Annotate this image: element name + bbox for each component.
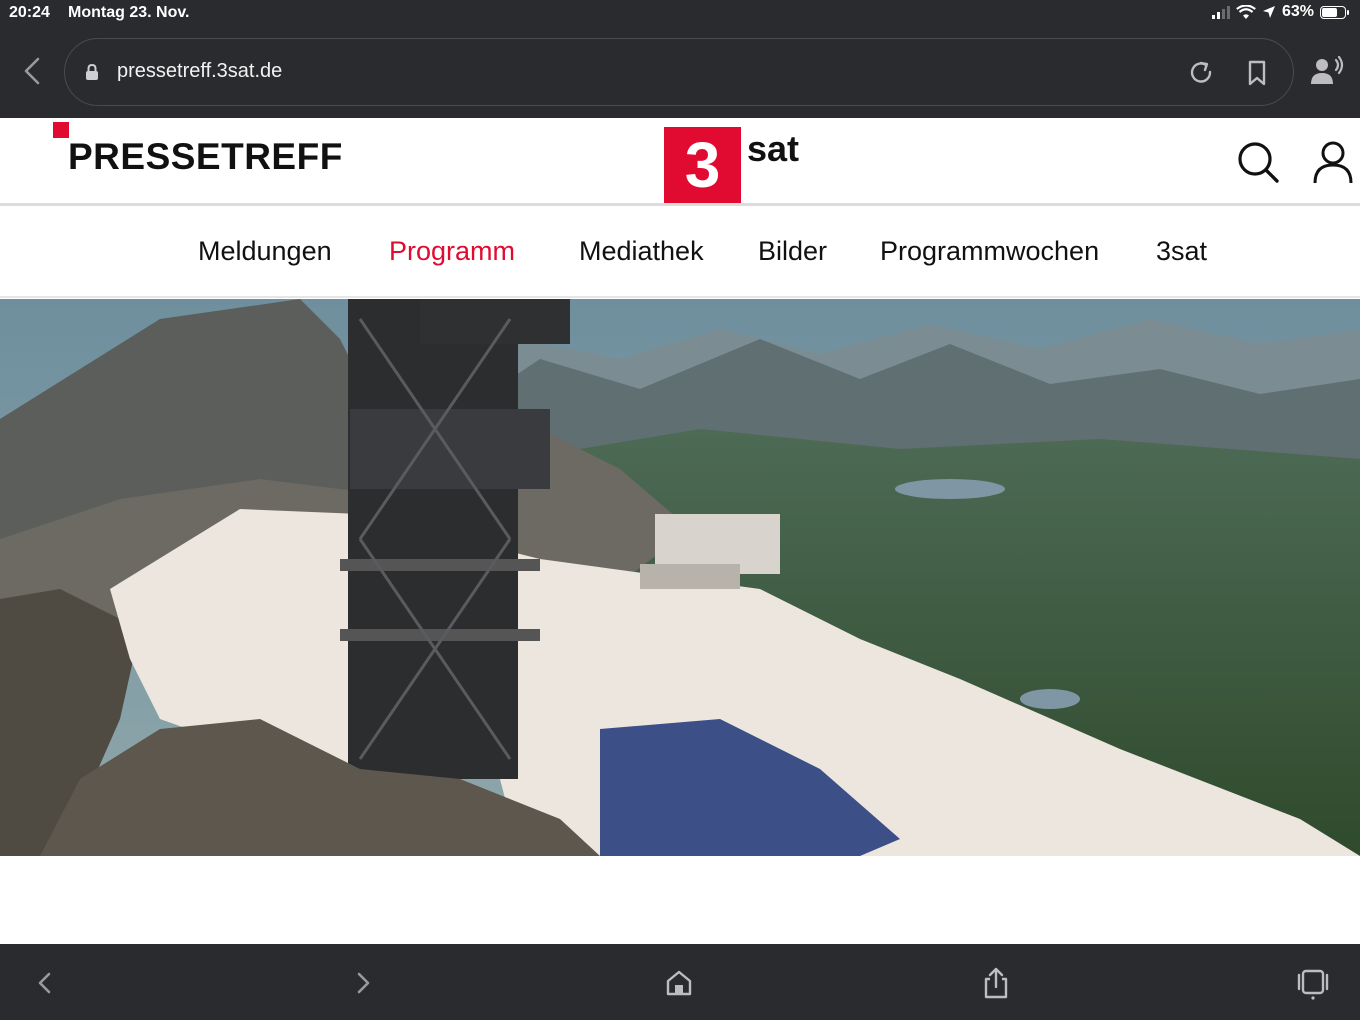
status-date: Montag 23. Nov. <box>68 4 190 21</box>
browser-chrome-top: 20:24 Montag 23. Nov. 63% pressetreff.3s… <box>0 0 1360 118</box>
nav-item-bilder[interactable]: Bilder <box>758 236 827 267</box>
speaker-icon[interactable] <box>1310 56 1344 86</box>
user-icon[interactable] <box>1312 140 1354 184</box>
wifi-icon <box>1236 4 1256 19</box>
url-text: pressetreff.3sat.de <box>117 60 283 82</box>
hero-image <box>0 299 1360 856</box>
lock-icon <box>86 63 98 80</box>
nav-item-3sat[interactable]: 3sat <box>1156 236 1207 267</box>
nav-item-mediathek[interactable]: Mediathek <box>579 236 704 267</box>
back-icon[interactable] <box>18 56 48 86</box>
back-icon[interactable] <box>28 966 62 1000</box>
battery-icon <box>1320 5 1349 19</box>
search-icon[interactable] <box>1236 140 1280 184</box>
brand-title[interactable]: PRESSETREFF <box>68 136 343 178</box>
reload-icon[interactable] <box>1187 59 1215 87</box>
browser-toolbar-bottom <box>0 944 1360 1020</box>
location-arrow-icon <box>1262 6 1275 18</box>
logo-3sat[interactable]: 3 <box>664 127 741 204</box>
nav-item-meldungen[interactable]: Meldungen <box>198 236 332 267</box>
tabs-icon[interactable] <box>1296 966 1330 1000</box>
forward-icon[interactable] <box>346 966 380 1000</box>
battery-percent: 63% <box>1281 3 1314 20</box>
mountain-summit-photo <box>0 299 1360 856</box>
main-nav: Meldungen Programm Mediathek Bilder Prog… <box>0 206 1360 298</box>
logo-number: 3 <box>684 129 721 201</box>
share-icon[interactable] <box>979 966 1013 1000</box>
status-indicators: 63% <box>1211 3 1349 21</box>
bookmark-icon[interactable] <box>1243 59 1271 87</box>
address-bar[interactable]: pressetreff.3sat.de <box>64 38 1294 106</box>
nav-item-programmwochen[interactable]: Programmwochen <box>880 236 1099 267</box>
status-time: 20:24 <box>9 4 50 21</box>
site-header: PRESSETREFF 3 sat <box>0 118 1360 206</box>
brand-accent-square <box>53 122 69 138</box>
nav-item-programm[interactable]: Programm <box>389 236 515 267</box>
logo-text: sat <box>747 128 800 169</box>
home-icon[interactable] <box>662 966 696 1000</box>
signal-icon <box>1211 5 1230 19</box>
